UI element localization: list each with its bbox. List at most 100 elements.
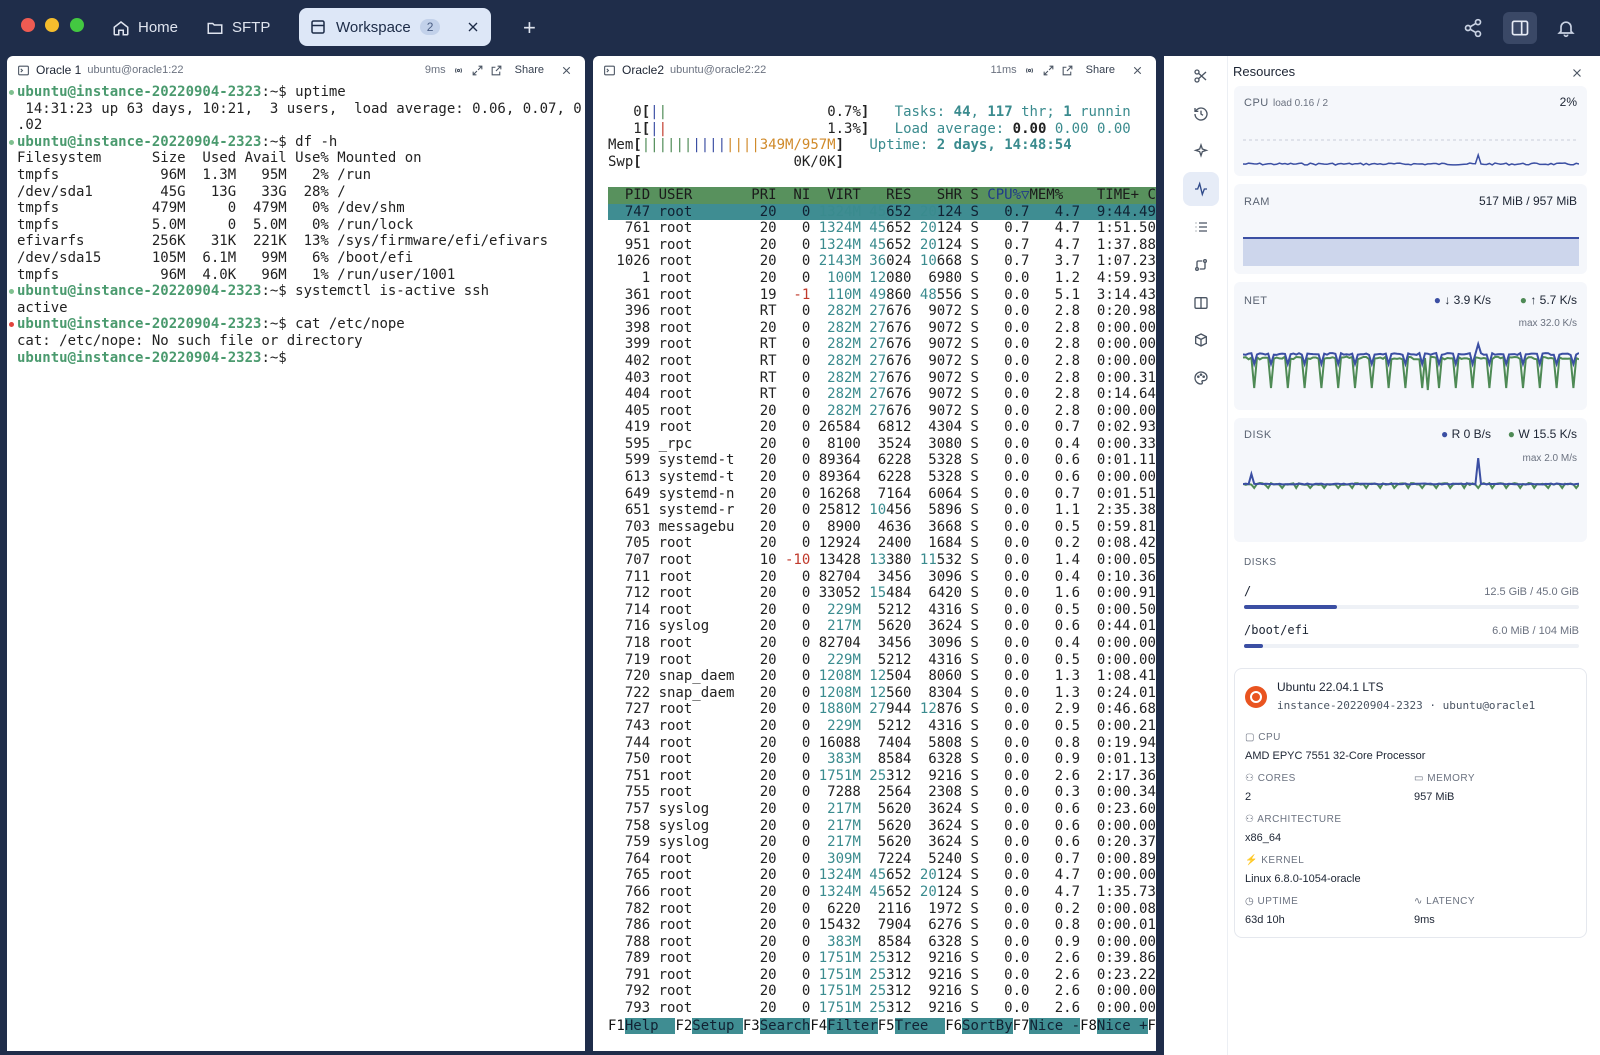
sparkle-icon[interactable] (1183, 134, 1219, 168)
process-row[interactable]: 714 root 20 0 229M 5212 4316 S 0.0 0.5 0… (608, 602, 1156, 619)
process-row[interactable]: 766 root 20 0 1324M 45652 20124 S 0.0 4.… (608, 884, 1156, 901)
fkey-action[interactable]: Help (624, 1017, 676, 1034)
process-row[interactable]: 711 root 20 0 82704 3456 3096 S 0.0 0.4 … (608, 569, 1156, 586)
process-row[interactable]: 750 root 20 0 383M 8584 6328 S 0.0 0.9 0… (608, 751, 1156, 768)
process-row[interactable]: 747 root 20 0 1324M 45652 20124 S 0.7 4.… (608, 203, 1156, 221)
process-row[interactable]: 1026 root 20 0 2143M 36024 10668 S 0.7 3… (608, 253, 1156, 270)
process-row[interactable]: 722 snap_daem 20 0 1208M 12560 8304 S 0.… (608, 685, 1156, 702)
process-row[interactable]: 1 root 20 0 100M 12080 6980 S 0.0 1.2 4:… (608, 270, 1156, 287)
process-row[interactable]: 399 root RT 0 282M 27676 9072 S 0.0 2.8 … (608, 336, 1156, 353)
activity-icon[interactable] (1183, 172, 1219, 206)
process-row[interactable]: 419 root 20 0 26584 6812 4304 S 0.0 0.7 … (608, 419, 1156, 436)
process-row[interactable]: 792 root 20 0 1751M 25312 9216 S 0.0 2.6… (608, 983, 1156, 1000)
process-row[interactable]: 718 root 20 0 82704 3456 3096 S 0.0 0.4 … (608, 635, 1156, 652)
process-row[interactable]: 765 root 20 0 1324M 45652 20124 S 0.0 4.… (608, 867, 1156, 884)
process-row[interactable]: 757 syslog 20 0 217M 5620 3624 S 0.0 0.6… (608, 801, 1156, 818)
terminal-pane-oracle2[interactable]: Oracle2 ubuntu@oracle2:22 11ms Share 0[|… (593, 56, 1156, 1051)
tab-sftp[interactable]: SFTP (198, 9, 278, 46)
terminal-pane-oracle1[interactable]: Oracle 1 ubuntu@oracle1:22 9ms Share ubu… (7, 56, 585, 1051)
process-row[interactable]: 789 root 20 0 1751M 25312 9216 S 0.0 2.6… (608, 950, 1156, 967)
scissors-icon[interactable] (1183, 59, 1219, 93)
process-row[interactable]: 703 messagebu 20 0 8900 4636 3668 S 0.0 … (608, 519, 1156, 536)
git-compare-icon[interactable] (1183, 248, 1219, 282)
fkey-action[interactable]: Setup (692, 1017, 743, 1034)
latency-info-label-text: LATENCY (1426, 896, 1476, 907)
process-row[interactable]: 788 root 20 0 383M 8584 6328 S 0.0 0.9 0… (608, 934, 1156, 951)
process-row[interactable]: 755 root 20 0 7288 2564 2308 S 0.0 0.3 0… (608, 784, 1156, 801)
process-row[interactable]: 361 root 19 -1 110M 49860 48556 S 0.0 5.… (608, 287, 1156, 304)
broadcast-icon[interactable] (1023, 64, 1036, 77)
process-row[interactable]: 744 root 20 0 16088 7404 5808 S 0.0 0.8 … (608, 735, 1156, 752)
columns-icon[interactable] (1183, 286, 1219, 320)
process-row[interactable]: 793 root 20 0 1751M 25312 9216 S 0.0 2.6… (608, 1000, 1156, 1017)
process-row[interactable]: 403 root RT 0 282M 27676 9072 S 0.0 2.8 … (608, 370, 1156, 387)
tab-workspace[interactable]: Workspace 2 (299, 8, 491, 46)
close-resources-icon[interactable] (1570, 66, 1584, 80)
process-row[interactable]: 759 syslog 20 0 217M 5620 3624 S 0.0 0.6… (608, 834, 1156, 851)
process-row[interactable]: 786 root 20 0 15432 7904 6276 S 0.0 0.8 … (608, 917, 1156, 934)
process-row[interactable]: 758 syslog 20 0 217M 5620 3624 S 0.0 0.6… (608, 818, 1156, 835)
fkey-action[interactable]: Tree (894, 1017, 946, 1034)
process-row[interactable]: 712 root 20 0 33052 15484 6420 S 0.0 1.6… (608, 585, 1156, 602)
process-row[interactable]: 751 root 20 0 1751M 25312 9216 S 0.0 2.6… (608, 768, 1156, 785)
close-pane-icon[interactable] (560, 64, 573, 77)
net-label: NET (1244, 295, 1268, 307)
fkey-action[interactable]: SortBy (962, 1017, 1013, 1034)
fkey-action[interactable]: Nice + (1096, 1017, 1148, 1034)
process-row[interactable]: 649 systemd-n 20 0 16268 7164 6064 S 0.0… (608, 486, 1156, 503)
expand-icon[interactable] (471, 64, 484, 77)
maximize-window-button[interactable] (70, 18, 84, 32)
process-row[interactable]: 398 root 20 0 282M 27676 9072 S 0.0 2.8 … (608, 320, 1156, 337)
process-row[interactable]: 402 root RT 0 282M 27676 9072 S 0.0 2.8 … (608, 353, 1156, 370)
process-row[interactable]: 782 root 20 0 6220 2116 1972 S 0.0 0.2 0… (608, 901, 1156, 918)
process-row[interactable]: 396 root RT 0 282M 27676 9072 S 0.0 2.8 … (608, 303, 1156, 320)
htop-column-header[interactable]: PID USER PRI NI VIRT RES SHR S CPU%▽MEM%… (608, 186, 1156, 204)
package-icon[interactable] (1183, 323, 1219, 357)
terminal-output[interactable]: ubuntu@instance-20220904-2323:~$ uptime … (9, 84, 582, 366)
fkey-action[interactable]: Filter (827, 1017, 878, 1034)
minimize-window-button[interactable] (45, 18, 59, 32)
process-row[interactable]: 716 syslog 20 0 217M 5620 3624 S 0.0 0.6… (608, 618, 1156, 635)
process-row[interactable]: 761 root 20 0 1324M 45652 20124 S 0.7 4.… (608, 220, 1156, 237)
process-row[interactable]: 595 _rpc 20 0 8100 3524 3080 S 0.0 0.4 0… (608, 436, 1156, 453)
close-window-button[interactable] (21, 18, 35, 32)
tab-home[interactable]: Home (104, 9, 186, 46)
fkey-action[interactable]: Nice - (1029, 1017, 1081, 1034)
fkey-action[interactable]: Search (759, 1017, 811, 1034)
notifications-button[interactable] (1549, 12, 1583, 44)
disks-label: DISKS (1244, 557, 1277, 568)
process-row[interactable]: 707 root 10 -10 13428 13380 11532 S 0.0 … (608, 552, 1156, 569)
pop-out-icon[interactable] (1061, 64, 1074, 77)
htop-output[interactable]: 0[|| 0.7%] Tasks: 44, 117 thr; 1 runnin … (608, 104, 1156, 1034)
host-line: instance-20220904-2323 · ubuntu@oracle1 (1277, 699, 1535, 712)
process-row[interactable]: 651 systemd-r 20 0 25812 10456 5896 S 0.… (608, 502, 1156, 519)
close-pane-icon[interactable] (1131, 64, 1144, 77)
broadcast-icon[interactable] (452, 64, 465, 77)
history-icon[interactable] (1183, 97, 1219, 131)
process-row[interactable]: 599 systemd-t 20 0 89364 6228 5328 S 0.0… (608, 452, 1156, 469)
process-row[interactable]: 719 root 20 0 229M 5212 4316 S 0.0 0.5 0… (608, 652, 1156, 669)
process-row[interactable]: 727 root 20 0 1880M 27944 12876 S 0.0 2.… (608, 701, 1156, 718)
toggle-sidebar-button[interactable] (1503, 12, 1537, 44)
expand-icon[interactable] (1042, 64, 1055, 77)
kernel-value: Linux 6.8.0-1054-oracle (1245, 873, 1361, 885)
palette-icon[interactable] (1183, 361, 1219, 395)
process-row[interactable]: 743 root 20 0 229M 5212 4316 S 0.0 0.5 0… (608, 718, 1156, 735)
share-button[interactable]: Share (515, 64, 544, 76)
share-network-button[interactable] (1456, 12, 1490, 44)
architecture-label-text: ARCHITECTURE (1257, 814, 1342, 825)
process-row[interactable]: 405 root 20 0 282M 27676 9072 S 0.0 2.8 … (608, 403, 1156, 420)
process-row[interactable]: 720 snap_daem 20 0 1208M 12504 8060 S 0.… (608, 668, 1156, 685)
process-row[interactable]: 404 root RT 0 282M 27676 9072 S 0.0 2.8 … (608, 386, 1156, 403)
pop-out-icon[interactable] (490, 64, 503, 77)
share-button[interactable]: Share (1086, 64, 1115, 76)
close-tab-icon[interactable] (465, 19, 481, 35)
process-row[interactable]: 951 root 20 0 1324M 45652 20124 S 0.7 4.… (608, 237, 1156, 254)
new-tab-button[interactable]: + (515, 9, 544, 46)
command-status-marker (9, 90, 14, 95)
process-row[interactable]: 705 root 20 0 12924 2400 1684 S 0.0 0.2 … (608, 535, 1156, 552)
process-row[interactable]: 613 systemd-t 20 0 89364 6228 5328 S 0.0… (608, 469, 1156, 486)
process-row[interactable]: 764 root 20 0 309M 7224 5240 S 0.0 0.7 0… (608, 851, 1156, 868)
process-row[interactable]: 791 root 20 0 1751M 25312 9216 S 0.0 2.6… (608, 967, 1156, 984)
list-icon[interactable] (1183, 210, 1219, 244)
